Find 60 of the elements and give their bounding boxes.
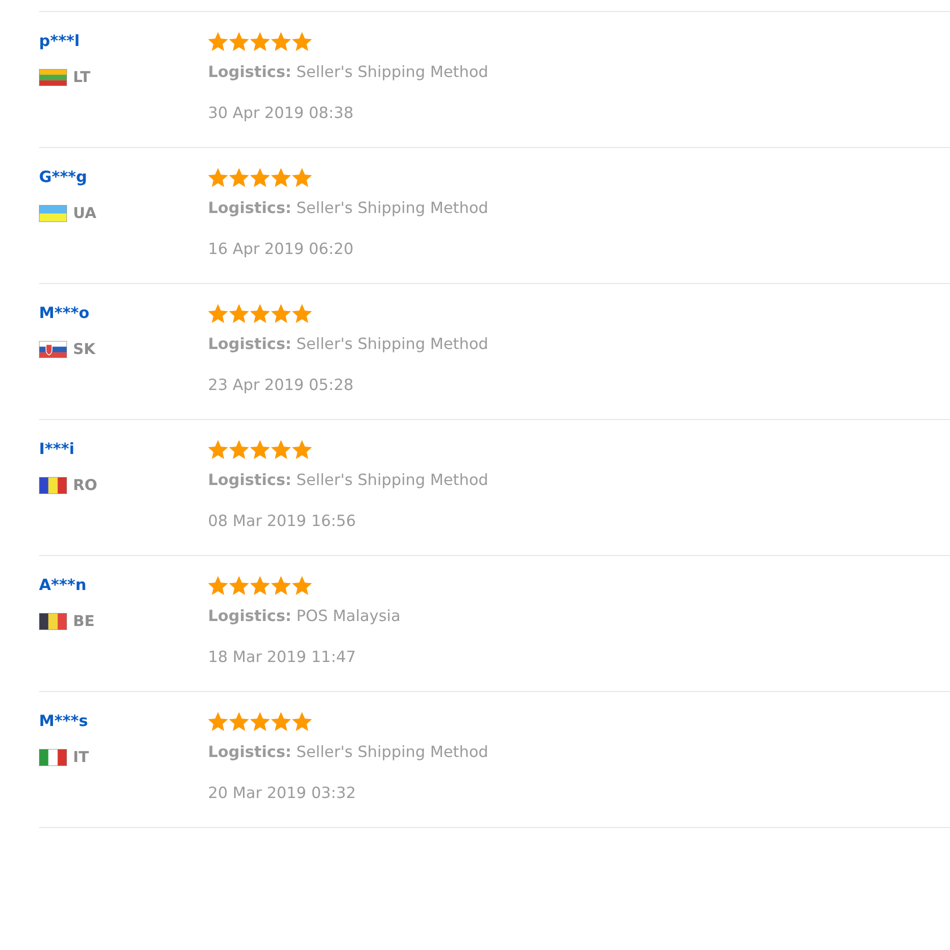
buyer-name: I***i (39, 439, 74, 459)
buyer-name: M***s (39, 711, 88, 731)
review-date: 18 Mar 2019 11:47 (208, 647, 356, 668)
star-icon (292, 712, 312, 730)
star-icon (250, 168, 270, 186)
flag-icon (39, 748, 67, 766)
country-code: RO (73, 475, 98, 495)
star-icon (292, 32, 312, 50)
review-date: 16 Apr 2019 06:20 (208, 239, 354, 260)
star-icon (250, 576, 270, 594)
star-icon (250, 304, 270, 322)
star-icon (250, 32, 270, 50)
star-icon (208, 440, 228, 458)
review-date: 20 Mar 2019 03:32 (208, 783, 356, 804)
star-icon (271, 712, 291, 730)
logistics-info: Logistics: Seller's Shipping Method (208, 198, 488, 219)
star-icon (208, 576, 228, 594)
country-code: UA (73, 203, 96, 223)
flag-icon (39, 612, 67, 630)
star-icon (208, 304, 228, 322)
star-icon (208, 168, 228, 186)
review-date: 30 Apr 2019 08:38 (208, 103, 354, 124)
star-icon (229, 576, 249, 594)
flag-icon (39, 476, 67, 494)
star-icon (271, 168, 291, 186)
star-icon (250, 712, 270, 730)
logistics-info: Logistics: Seller's Shipping Method (208, 470, 488, 491)
star-icon (271, 32, 291, 50)
logistics-info: Logistics: Seller's Shipping Method (208, 742, 488, 763)
buyer-name: M***o (39, 303, 90, 323)
star-icon (271, 576, 291, 594)
star-icon (292, 168, 312, 186)
star-icon (208, 712, 228, 730)
star-icon (229, 168, 249, 186)
logistics-info: Logistics: Seller's Shipping Method (208, 62, 488, 83)
star-icon (229, 712, 249, 730)
flag-icon (39, 68, 67, 86)
buyer-name: G***g (39, 167, 88, 187)
review-date: 08 Mar 2019 16:56 (208, 511, 356, 532)
logistics-info: Logistics: Seller's Shipping Method (208, 334, 488, 355)
star-icon (208, 32, 228, 50)
flag-icon (39, 340, 67, 358)
country-code: LT (73, 67, 90, 87)
review-date: 23 Apr 2019 05:28 (208, 375, 354, 396)
star-icon (229, 304, 249, 322)
star-icon (250, 440, 270, 458)
star-icon (229, 32, 249, 50)
star-icon (292, 440, 312, 458)
star-icon (271, 304, 291, 322)
flag-icon (39, 204, 67, 222)
country-code: IT (73, 747, 89, 767)
logistics-info: Logistics: POS Malaysia (208, 606, 400, 627)
buyer-name: p***l (39, 31, 80, 51)
star-icon (229, 440, 249, 458)
country-code: SK (73, 339, 96, 359)
star-icon (292, 304, 312, 322)
buyer-name: A***n (39, 575, 86, 595)
star-icon (271, 440, 291, 458)
country-code: BE (73, 611, 95, 631)
star-icon (292, 576, 312, 594)
